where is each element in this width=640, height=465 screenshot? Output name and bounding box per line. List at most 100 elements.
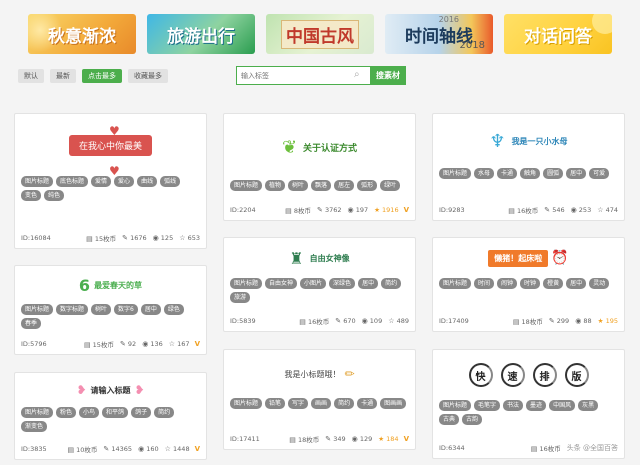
tag[interactable]: 简约 [154,407,175,418]
filter-most-favorited[interactable]: 收藏最多 [128,69,168,83]
tag[interactable]: 绿色 [163,304,184,315]
tag[interactable]: 树叶 [91,304,112,315]
tag[interactable]: 小鸟 [79,407,100,418]
view-count: 88 [583,317,592,325]
search-input[interactable] [236,66,370,85]
tag[interactable]: 居中 [566,168,587,179]
tag[interactable]: 居左 [334,180,355,191]
search-icon[interactable]: ⌕ [354,69,360,80]
template-card[interactable]: ❥ 请输入标题 ❥ 图片标题 粉色 小鸟 和平鸽 鸽子 简约 渐变色 ID:38… [14,372,207,460]
tag[interactable]: 曲线 [137,176,158,187]
star-icon[interactable]: ☆ [388,317,394,325]
star-icon[interactable]: ☆ [179,234,185,242]
filter-default[interactable]: 默认 [18,69,44,83]
tag[interactable]: 居中 [140,304,161,315]
template-card[interactable]: ♥ 在我心中你最美 ♥ 图片标题 底色标题 爱情 爱心 曲线 弧线 变色 纯色 … [14,113,207,249]
star-icon[interactable]: ★ [598,317,604,325]
banner-chinese-style[interactable]: 中国古风 [266,14,374,54]
tag[interactable]: 古典 [439,414,460,425]
tag[interactable]: 鸽子 [131,407,152,418]
banner-dialogue[interactable]: 对话问答 [504,14,612,54]
banner-travel[interactable]: 旅游出行 [147,14,255,54]
tag[interactable]: 树叶 [288,180,309,191]
tag[interactable]: 底色标题 [56,176,89,187]
edit-icon: ✎ [325,435,332,443]
banner-autumn[interactable]: 秋意渐浓 [28,14,136,54]
tag[interactable]: 橙黄 [543,278,564,289]
tag[interactable]: 深绿色 [329,278,356,289]
template-card[interactable]: 我是小标题哦！ ✏ 图片标题 铅笔 写字 画画 简约 卡通 图画画 ID:174… [223,349,416,450]
tag[interactable]: 弧线 [160,176,181,187]
template-card[interactable]: ♜ 自由女神像 图片标题 自由女神 小图片 深绿色 居中 简约 旅游 ID:58… [223,237,416,332]
tag[interactable]: 卡通 [497,168,518,179]
tag[interactable]: 简约 [381,278,402,289]
tag[interactable]: 粉色 [56,407,77,418]
tag[interactable]: 渐变色 [21,421,48,432]
tag[interactable]: 数字6 [114,304,138,315]
tag[interactable]: 卡通 [357,398,378,409]
template-card[interactable]: 快 速 排 版 图片标题 毛笔字 书法 墨迹 中国风 灰黑 古典 古韵 ID:6… [432,349,625,459]
tag[interactable]: 图片标题 [21,176,54,187]
tag[interactable]: 图片标题 [230,398,263,409]
filter-most-clicked[interactable]: 点击最多 [82,69,122,83]
star-icon[interactable]: ★ [374,206,380,214]
star-icon[interactable]: ★ [378,435,384,443]
tag[interactable]: 纯色 [44,190,65,201]
tag[interactable]: 可爱 [589,168,610,179]
tag[interactable]: 书法 [503,400,524,411]
template-card[interactable]: ♆ 我是一只小水母 图片标题 水母 卡通 触角 圆弧 居中 可爱 ID:9283… [432,113,625,221]
template-card[interactable]: 懒猪！起床啦 ⏰ 图片标题 时间 闹钟 时钟 橙黄 居中 灵动 ID:17409… [432,237,625,332]
tag[interactable]: 时间 [474,278,495,289]
tag[interactable]: 数字标题 [56,304,89,315]
tag[interactable]: 闹钟 [497,278,518,289]
tag[interactable]: 触角 [520,168,541,179]
tag[interactable]: 圆弧 [543,168,564,179]
card-title: 懒猪！起床啦 [488,249,549,267]
tag[interactable]: 古韵 [462,414,483,425]
star-icon[interactable]: ☆ [597,206,603,214]
tag[interactable]: 灵动 [589,278,610,289]
tag[interactable]: 图片标题 [230,180,263,191]
tag[interactable]: 毛笔字 [474,400,501,411]
card-meta: ID:17411 ▤ 18枚币 ✎ 349 ◉ 129 ★ 184 V [230,434,409,444]
tag[interactable]: 时钟 [520,278,541,289]
star-icon[interactable]: ☆ [169,340,175,348]
tag[interactable]: 植物 [265,180,286,191]
tag[interactable]: 弧形 [357,180,378,191]
tag[interactable]: 铅笔 [265,398,286,409]
tag[interactable]: 图片标题 [21,304,54,315]
tag[interactable]: 春季 [21,318,42,329]
coin-count: 16枚币 [516,207,539,215]
tag[interactable]: 图片标题 [439,168,472,179]
tag[interactable]: 水母 [474,168,495,179]
tag[interactable]: 图片标题 [439,278,472,289]
tag[interactable]: 墨迹 [526,400,547,411]
tag[interactable]: 画画 [311,398,332,409]
star-icon[interactable]: ☆ [165,445,171,453]
tag[interactable]: 和平鸽 [102,407,129,418]
tag[interactable]: 图片标题 [439,400,472,411]
tag[interactable]: 写字 [288,398,309,409]
tag[interactable]: 自由女神 [265,278,298,289]
coin-icon: ▤ [285,207,292,215]
template-card[interactable]: 6 最爱春天的草 图片标题 数字标题 树叶 数字6 居中 绿色 春季 ID:57… [14,265,207,355]
brush-circle-char: 速 [500,363,525,387]
tag[interactable]: 居中 [566,278,587,289]
tag[interactable]: 图画画 [380,398,407,409]
tag[interactable]: 图片标题 [21,407,54,418]
tag[interactable]: 灰黑 [578,400,599,411]
tag[interactable]: 居中 [358,278,379,289]
tag[interactable]: 简约 [334,398,355,409]
search-button[interactable]: 搜素材 [370,66,406,85]
template-card[interactable]: ❦ 关于认证方式 图片标题 植物 树叶 飘落 居左 弧形 绿叶 ID:2204 … [223,113,416,221]
tag[interactable]: 小图片 [300,278,327,289]
tag[interactable]: 变色 [21,190,42,201]
tag[interactable]: 图片标题 [230,278,263,289]
filter-newest[interactable]: 最新 [50,69,76,83]
banner-timeline[interactable]: 时间轴线 2016 2018 [385,14,493,54]
alarm-clock-icon: ⏰ [551,250,569,266]
tag[interactable]: 飘落 [311,180,332,191]
tag[interactable]: 旅游 [230,292,251,303]
tag[interactable]: 绿叶 [380,180,401,191]
tag[interactable]: 中国风 [549,400,576,411]
